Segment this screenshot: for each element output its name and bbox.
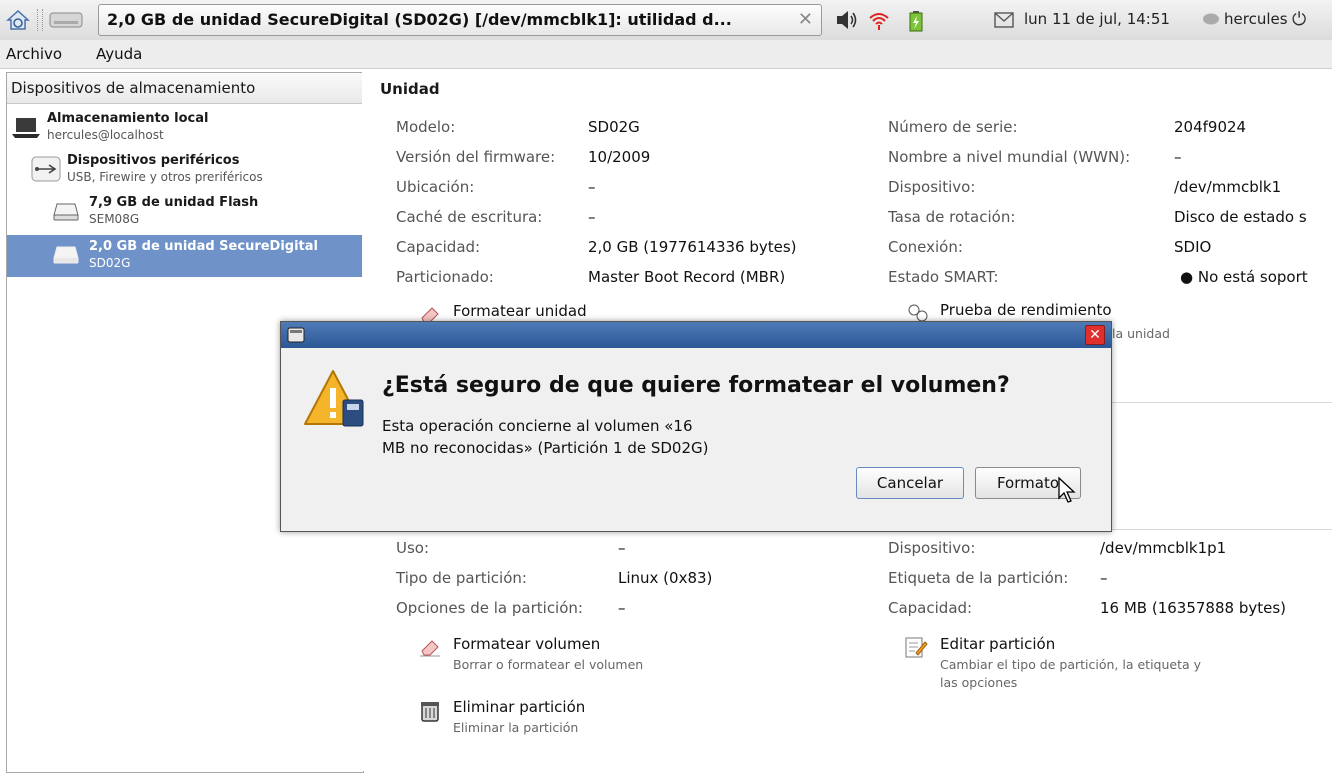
rotation-label: Tasa de rotación:	[888, 208, 1016, 226]
partition-type-label: Tipo de partición:	[396, 569, 527, 587]
mouse-cursor-icon	[1058, 476, 1076, 503]
format-drive-button[interactable]: Formatear unidad	[453, 302, 587, 320]
delete-partition-button[interactable]: Eliminar partición	[453, 698, 585, 716]
edit-partition-button[interactable]: Editar partición	[940, 635, 1055, 653]
format-volume-subtitle: Borrar o formatear el volumen	[453, 657, 644, 672]
partition-type-value: Linux (0x83)	[618, 569, 713, 587]
connection-value: SDIO	[1174, 238, 1212, 256]
partitioning-value: Master Boot Record (MBR)	[588, 268, 786, 286]
drive-icon	[53, 246, 79, 264]
drive-icon	[53, 203, 79, 221]
usage-label: Uso:	[396, 539, 430, 557]
location-value: –	[588, 178, 596, 196]
menubar: Archivo Ayuda	[0, 40, 1332, 69]
firmware-label: Versión del firmware:	[396, 148, 556, 166]
partition-label-value: –	[1100, 569, 1108, 587]
power-icon[interactable]: ⏻	[1292, 9, 1306, 30]
drive-section-title: Unidad	[380, 80, 440, 98]
usage-value: –	[618, 539, 626, 557]
usb-icon	[31, 156, 61, 182]
eraser-icon	[420, 640, 440, 657]
disk-utility-launcher-icon[interactable]	[48, 9, 84, 31]
warning-icon	[304, 370, 364, 427]
panel-separator	[37, 9, 43, 31]
wifi-icon[interactable]	[868, 10, 890, 32]
sidebar-item-securedigital[interactable]: 2,0 GB de unidad SecureDigital SD02G	[7, 235, 363, 277]
serial-value: 204f9024	[1174, 118, 1247, 136]
format-volume-button[interactable]: Formatear volumen	[453, 635, 600, 653]
sidebar-header[interactable]: Dispositivos de almacenamiento	[7, 73, 363, 104]
sidebar-item-title: 7,9 GB de unidad Flash	[89, 195, 259, 210]
partitioning-label: Particionado:	[396, 268, 494, 286]
serial-label: Número de serie:	[888, 118, 1018, 136]
clock[interactable]: lun 11 de jul, 14:51	[1024, 10, 1170, 28]
taskbar-window-button[interactable]: 2,0 GB de unidad SecureDigital (SD02G) […	[98, 4, 822, 36]
sidebar-item-subtitle: hercules@localhost	[47, 128, 164, 142]
edit-partition-subtitle-1: Cambiar el tipo de partición, la etiquet…	[940, 657, 1202, 672]
battery-icon	[909, 11, 923, 32]
top-panel: 2,0 GB de unidad SecureDigital (SD02G) […	[0, 0, 1332, 41]
volume-device-label: Dispositivo:	[888, 539, 976, 557]
sidebar-item-title: Almacenamiento local	[47, 111, 209, 126]
edit-icon	[905, 637, 928, 658]
volume-device-value: /dev/mmcblk1p1	[1100, 539, 1227, 557]
section-divider	[1110, 402, 1332, 403]
taskbar-close-icon[interactable]: ✕	[798, 9, 813, 30]
menu-help[interactable]: Ayuda	[96, 45, 142, 63]
dialog-heading: ¿Está seguro de que quiere formatear el …	[382, 373, 1010, 398]
menu-file[interactable]: Archivo	[6, 45, 62, 63]
capacity-label: Capacidad:	[396, 238, 481, 256]
partition-options-label: Opciones de la partición:	[396, 599, 583, 617]
user-menu[interactable]: hercules	[1224, 10, 1288, 28]
user-status-icon	[1203, 13, 1219, 25]
connection-label: Conexión:	[888, 238, 963, 256]
smart-value: ● No está soport	[1180, 268, 1308, 286]
home-launcher-icon[interactable]	[6, 8, 30, 32]
sidebar-item-peripherals[interactable]: Dispositivos periféricos USB, Firewire y…	[7, 151, 363, 191]
dialog-message-line: Esta operación concierne al volumen «16	[382, 417, 693, 435]
model-label: Modelo:	[396, 118, 456, 136]
format-confirmation-dialog: ✕ ¿Está seguro de que quiere formatear e…	[280, 321, 1112, 532]
capacity-value: 2,0 GB (1977614336 bytes)	[588, 238, 797, 256]
volume-capacity-label: Capacidad:	[888, 599, 973, 617]
cancel-button[interactable]: Cancelar	[856, 467, 964, 499]
delete-partition-subtitle: Eliminar la partición	[453, 720, 579, 735]
mail-icon[interactable]	[994, 12, 1014, 28]
wwn-value: –	[1174, 148, 1182, 166]
model-value: SD02G	[588, 118, 640, 136]
rotation-value: Disco de estado s	[1174, 208, 1307, 226]
section-divider	[1110, 529, 1332, 530]
sidebar-item-subtitle: SEM08G	[89, 212, 140, 226]
benchmark-button[interactable]: Prueba de rendimiento	[940, 301, 1112, 319]
trash-icon	[421, 702, 439, 722]
laptop-icon	[12, 118, 40, 138]
dialog-message-line: MB no reconocidas» (Partición 1 de SD02G…	[382, 439, 709, 457]
sidebar-item-title: Dispositivos periféricos	[67, 153, 240, 168]
benchmark-subtitle: la unidad	[1112, 326, 1170, 341]
sidebar-item-subtitle: SD02G	[89, 256, 131, 270]
taskbar-window-title: 2,0 GB de unidad SecureDigital (SD02G) […	[107, 10, 732, 29]
volume-icon[interactable]	[836, 10, 858, 30]
location-label: Ubicación:	[396, 178, 475, 196]
volume-capacity-value: 16 MB (16357888 bytes)	[1100, 599, 1286, 617]
dialog-message: Esta operación concierne al volumen «16 …	[382, 415, 802, 459]
sidebar-item-local-storage[interactable]: Almacenamiento local hercules@localhost	[7, 109, 363, 149]
device-value: /dev/mmcblk1	[1174, 178, 1282, 196]
write-cache-label: Caché de escritura:	[396, 208, 543, 226]
device-label: Dispositivo:	[888, 178, 976, 196]
wwn-label: Nombre a nivel mundial (WWN):	[888, 148, 1131, 166]
smart-label: Estado SMART:	[888, 268, 999, 286]
edit-partition-subtitle-2: las opciones	[940, 675, 1018, 690]
sidebar-item-title: 2,0 GB de unidad SecureDigital	[89, 239, 319, 254]
window-menu-icon[interactable]	[287, 326, 305, 344]
partition-options-value: –	[618, 599, 626, 617]
dialog-close-icon[interactable]: ✕	[1085, 325, 1105, 345]
partition-label-label: Etiqueta de la partición:	[888, 569, 1069, 587]
sidebar-item-subtitle: USB, Firewire y otros preriféricos	[67, 170, 263, 184]
write-cache-value: –	[588, 208, 596, 226]
firmware-value: 10/2009	[588, 148, 651, 166]
dialog-titlebar[interactable]: ✕	[281, 322, 1111, 348]
sidebar-item-flash-drive[interactable]: 7,9 GB de unidad Flash SEM08G	[7, 193, 363, 233]
